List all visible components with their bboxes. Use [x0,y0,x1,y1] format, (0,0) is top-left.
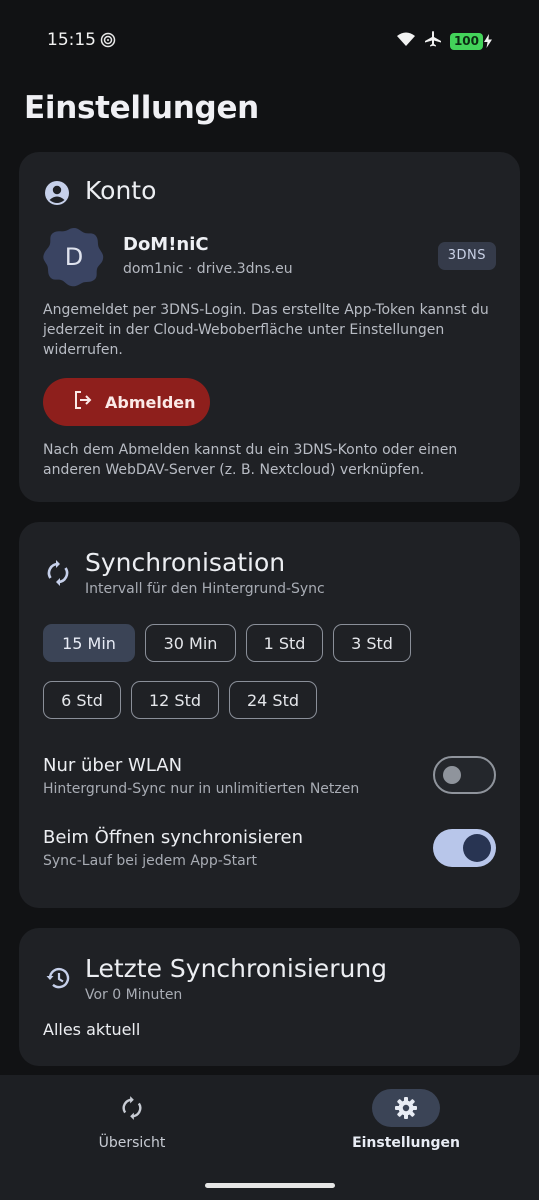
interval-chip-12std[interactable]: 12 Std [131,681,219,719]
last-sync-status: Alles aktuell [43,1020,141,1039]
last-sync-subtitle: Vor 0 Minuten [85,987,183,1003]
focus-mode-icon [100,32,116,52]
sync-title: Synchronisation [85,548,286,577]
account-info-text: Angemeldet per 3DNS-Login. Das erstellte… [43,302,489,358]
logout-label: Abmelden [105,392,196,412]
sync-on-open-title: Beim Öffnen synchronisieren [43,827,303,848]
sync-icon [46,560,70,590]
interval-chip-30min[interactable]: 30 Min [145,624,236,662]
user-server: dom1nic · drive.3dns.eu [123,261,293,277]
sync-card: Synchronisation Intervall für den Hinter… [19,522,520,908]
interval-chip-15min[interactable]: 15 Min [43,624,135,662]
sync-subtitle: Intervall für den Hintergrund-Sync [85,581,325,597]
logout-note: Nach dem Abmelden kannst du ein 3DNS-Kon… [43,442,458,478]
account-title: Konto [85,176,157,205]
nav-icon-container [372,1089,440,1127]
sync-on-open-subtitle: Sync-Lauf bei jedem App-Start [43,853,257,869]
toggle-knob [443,766,461,784]
charging-icon [484,34,492,48]
account-circle-icon [44,180,70,210]
interval-chip-6std[interactable]: 6 Std [43,681,121,719]
settings-screen: 15:15 100 Einstellungen Konto D DoM!niC … [0,0,539,1200]
avatar: D [43,226,105,288]
interval-chip-1std[interactable]: 1 Std [246,624,323,662]
sync-on-open-toggle[interactable] [433,829,496,867]
toggle-knob [463,834,491,862]
bottom-navigation: Übersicht Einstellungen [0,1075,539,1200]
nav-item-overview[interactable]: Übersicht [32,1089,232,1151]
last-sync-title: Letzte Synchronisierung [85,954,388,983]
nav-item-settings[interactable]: Einstellungen [306,1089,506,1151]
nav-label-settings: Einstellungen [352,1135,460,1151]
status-time: 15:15 [47,30,96,50]
wlan-only-subtitle: Hintergrund-Sync nur in unlimitierten Ne… [43,781,360,797]
history-icon [45,965,71,995]
airplane-icon [424,30,442,52]
user-name: DoM!niC [123,234,209,255]
logout-button[interactable]: Abmelden [43,378,210,426]
page-title: Einstellungen [24,90,259,126]
interval-chip-24std[interactable]: 24 Std [229,681,317,719]
avatar-initial: D [64,243,84,271]
gear-icon [395,1097,417,1119]
wlan-only-title: Nur über WLAN [43,755,183,776]
nav-icon-container [98,1089,166,1127]
battery-indicator: 100 [449,32,493,50]
wifi-icon [396,31,416,51]
last-sync-card: Letzte Synchronisierung Vor 0 Minuten Al… [19,928,520,1066]
provider-badge: 3DNS [437,242,496,270]
logout-icon [73,390,93,414]
account-card: Konto D DoM!niC dom1nic · drive.3dns.eu … [19,152,520,502]
status-icons: 100 [396,30,493,52]
sync-icon [122,1096,142,1120]
status-bar: 15:15 100 [0,0,539,80]
battery-level: 100 [449,32,483,50]
nav-label-overview: Übersicht [98,1135,166,1151]
wlan-only-toggle[interactable] [433,756,496,794]
interval-chip-3std[interactable]: 3 Std [333,624,411,662]
home-indicator[interactable] [205,1183,335,1188]
